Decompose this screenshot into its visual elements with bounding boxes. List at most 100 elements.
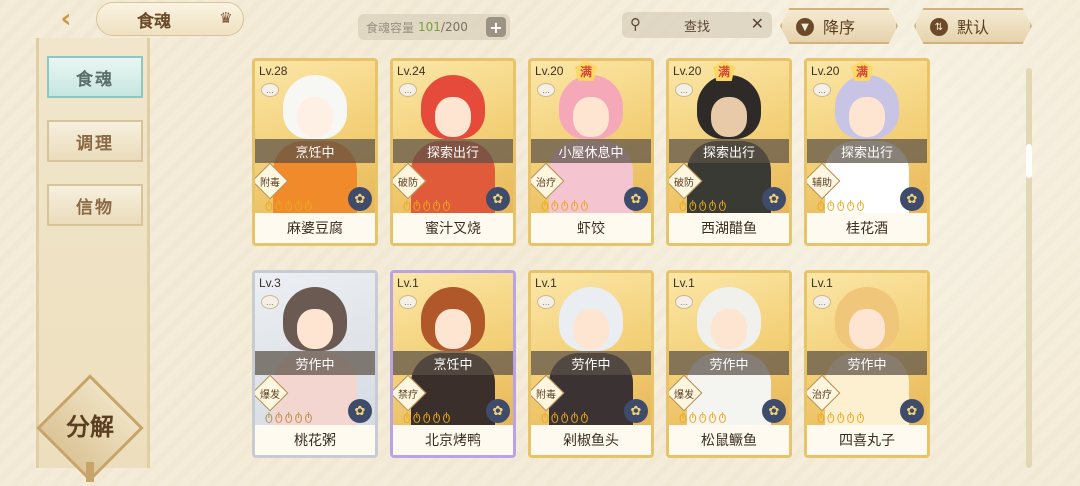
food-soul-card[interactable]: Lv.24… 探索出行 破防 ტ ტ ტ ტ ტ ✿ 蜜汁叉烧	[390, 58, 516, 246]
star-icon: ტ	[274, 409, 283, 423]
sidebar-item-label: 信物	[76, 197, 114, 218]
sidebar-item-tokens[interactable]: 信物	[47, 184, 143, 226]
star-icon: ტ	[442, 409, 451, 423]
card-name: 剁椒鱼头	[531, 425, 651, 455]
card-level: Lv.1	[811, 276, 833, 290]
star-icon: ტ	[560, 197, 569, 211]
card-status: 烹饪中	[393, 351, 513, 375]
star-icon: ტ	[422, 197, 431, 211]
food-soul-card[interactable]: Lv.1… 劳作中 附毒 ტ ტ ტ ტ ტ ✿ 剁椒鱼头	[528, 270, 654, 458]
chevron-left-icon: ‹	[60, 4, 72, 34]
food-soul-card[interactable]: Lv.20… 满小屋休息中 治疗 ტ ტ ტ ტ ტ ✿ 虾饺	[528, 58, 654, 246]
star-icon: ტ	[403, 197, 411, 211]
star-icon: ტ	[432, 409, 441, 423]
card-level: Lv.20	[535, 64, 564, 78]
card-status: 探索出行	[807, 139, 927, 163]
chat-bubble-icon: …	[675, 295, 693, 309]
star-icon: ტ	[580, 409, 589, 423]
food-soul-card[interactable]: Lv.1… 劳作中 爆发 ტ ტ ტ ტ ტ ✿ 松鼠鳜鱼	[666, 270, 792, 458]
card-status: 烹饪中	[255, 139, 375, 163]
chat-bubble-icon: …	[399, 83, 417, 97]
star-icon: ტ	[294, 197, 303, 211]
sort-mode-button[interactable]: ⇅ 默认	[914, 8, 1032, 44]
role-tag: 治疗	[812, 389, 832, 401]
sidebar-item-label: 调理	[76, 133, 114, 154]
role-tag: 爆发	[674, 389, 694, 401]
plus-icon: +	[489, 17, 503, 37]
capacity-label: 食魂容量	[366, 20, 415, 35]
star-icon: ტ	[412, 409, 421, 423]
clear-icon[interactable]: ✕	[751, 14, 764, 33]
card-level: Lv.24	[397, 64, 426, 78]
star-icon: ტ	[718, 409, 727, 423]
card-name: 西湖醋鱼	[669, 213, 789, 243]
card-name: 四喜丸子	[807, 425, 927, 455]
star-icon: ტ	[442, 197, 451, 211]
star-icon: ტ	[560, 409, 569, 423]
search-placeholder: 查找	[683, 19, 710, 35]
chat-bubble-icon: …	[399, 295, 417, 309]
star-icon: ტ	[817, 197, 825, 211]
star-rating: ტტტტტ	[817, 409, 864, 423]
star-rating: ტტტტტ	[679, 409, 726, 423]
food-soul-card[interactable]: Lv.1… 劳作中 治疗 ტ ტ ტ ტ ტ ✿ 四喜丸子	[804, 270, 930, 458]
star-icon: ტ	[294, 409, 303, 423]
capacity-current: 101	[418, 20, 441, 34]
star-icon: ტ	[688, 197, 697, 211]
chat-bubble-icon: …	[537, 295, 555, 309]
role-tag: 辅助	[812, 177, 832, 189]
card-level: Lv.3	[259, 276, 281, 290]
flower-ornament-icon: ✿	[900, 399, 924, 423]
chat-bubble-icon: …	[813, 295, 831, 309]
star-icon: ტ	[580, 197, 589, 211]
star-rating: ტტტტტ	[403, 197, 450, 211]
sort-order-label: 降序	[822, 18, 855, 37]
card-status: 劳作中	[255, 351, 375, 375]
decompose-button[interactable]: 分解	[46, 404, 134, 444]
card-status: 劳作中	[669, 351, 789, 375]
star-rating: ტტტტტ	[403, 409, 450, 423]
star-icon: ტ	[679, 197, 687, 211]
flower-ornament-icon: ✿	[900, 187, 924, 211]
food-soul-card[interactable]: Lv.20… 满探索出行 破防 ტ ტ ტ ტ ტ ✿ 西湖醋鱼	[666, 58, 792, 246]
star-icon: ტ	[846, 409, 855, 423]
food-soul-card[interactable]: Lv.28… 烹饪中 附毒 ტ ტ ტ ტ ტ ✿ 麻婆豆腐	[252, 58, 378, 246]
capacity-max: 200	[444, 20, 468, 34]
sidebar-item-conditioning[interactable]: 调理	[47, 120, 143, 162]
star-icon: ტ	[817, 409, 825, 423]
food-soul-card[interactable]: Lv.1… 烹饪中 禁疗 ტ ტ ტ ტ ტ ✿ 北京烤鸭	[390, 270, 516, 458]
food-soul-card[interactable]: Lv.20… 满探索出行 辅助 ტ ტ ტ ტ ტ ✿ 桂花酒	[804, 58, 930, 246]
role-tag: 附毒	[260, 177, 280, 189]
star-icon: ტ	[274, 197, 283, 211]
role-tag: 附毒	[536, 389, 556, 401]
star-icon: ტ	[698, 409, 707, 423]
star-icon: ტ	[422, 409, 431, 423]
scrollbar-track[interactable]	[1026, 68, 1032, 468]
page-title: 食魂	[137, 11, 171, 32]
card-level: Lv.1	[535, 276, 557, 290]
role-tag: 爆发	[260, 389, 280, 401]
star-icon: ტ	[826, 409, 835, 423]
star-icon: ტ	[718, 197, 727, 211]
scrollbar-thumb[interactable]	[1026, 144, 1032, 178]
sidebar-item-soul[interactable]: 食魂	[47, 56, 143, 98]
sort-mode-label: 默认	[956, 18, 989, 37]
flower-ornament-icon: ✿	[762, 399, 786, 423]
card-status: 探索出行	[393, 139, 513, 163]
sort-order-button[interactable]: ▼ 降序	[780, 8, 898, 44]
card-name: 北京烤鸭	[393, 425, 513, 455]
food-soul-card[interactable]: Lv.3… 劳作中 爆发 ტ ტ ტ ტ ტ ✿ 桃花粥	[252, 270, 378, 458]
card-level: Lv.20	[673, 64, 702, 78]
card-name: 蜜汁叉烧	[393, 213, 513, 243]
star-icon: ტ	[550, 409, 559, 423]
star-icon: ტ	[570, 409, 579, 423]
star-icon: ტ	[856, 197, 865, 211]
crown-icon[interactable]: ♛	[214, 8, 238, 28]
star-icon: ტ	[541, 197, 549, 211]
back-button[interactable]: ‹	[44, 2, 88, 36]
star-icon: ტ	[836, 197, 845, 211]
search-input[interactable]: ⚲ 查找 ✕	[622, 12, 772, 38]
expand-capacity-button[interactable]: +	[486, 17, 506, 37]
flower-ornament-icon: ✿	[624, 399, 648, 423]
star-icon: ტ	[708, 197, 717, 211]
